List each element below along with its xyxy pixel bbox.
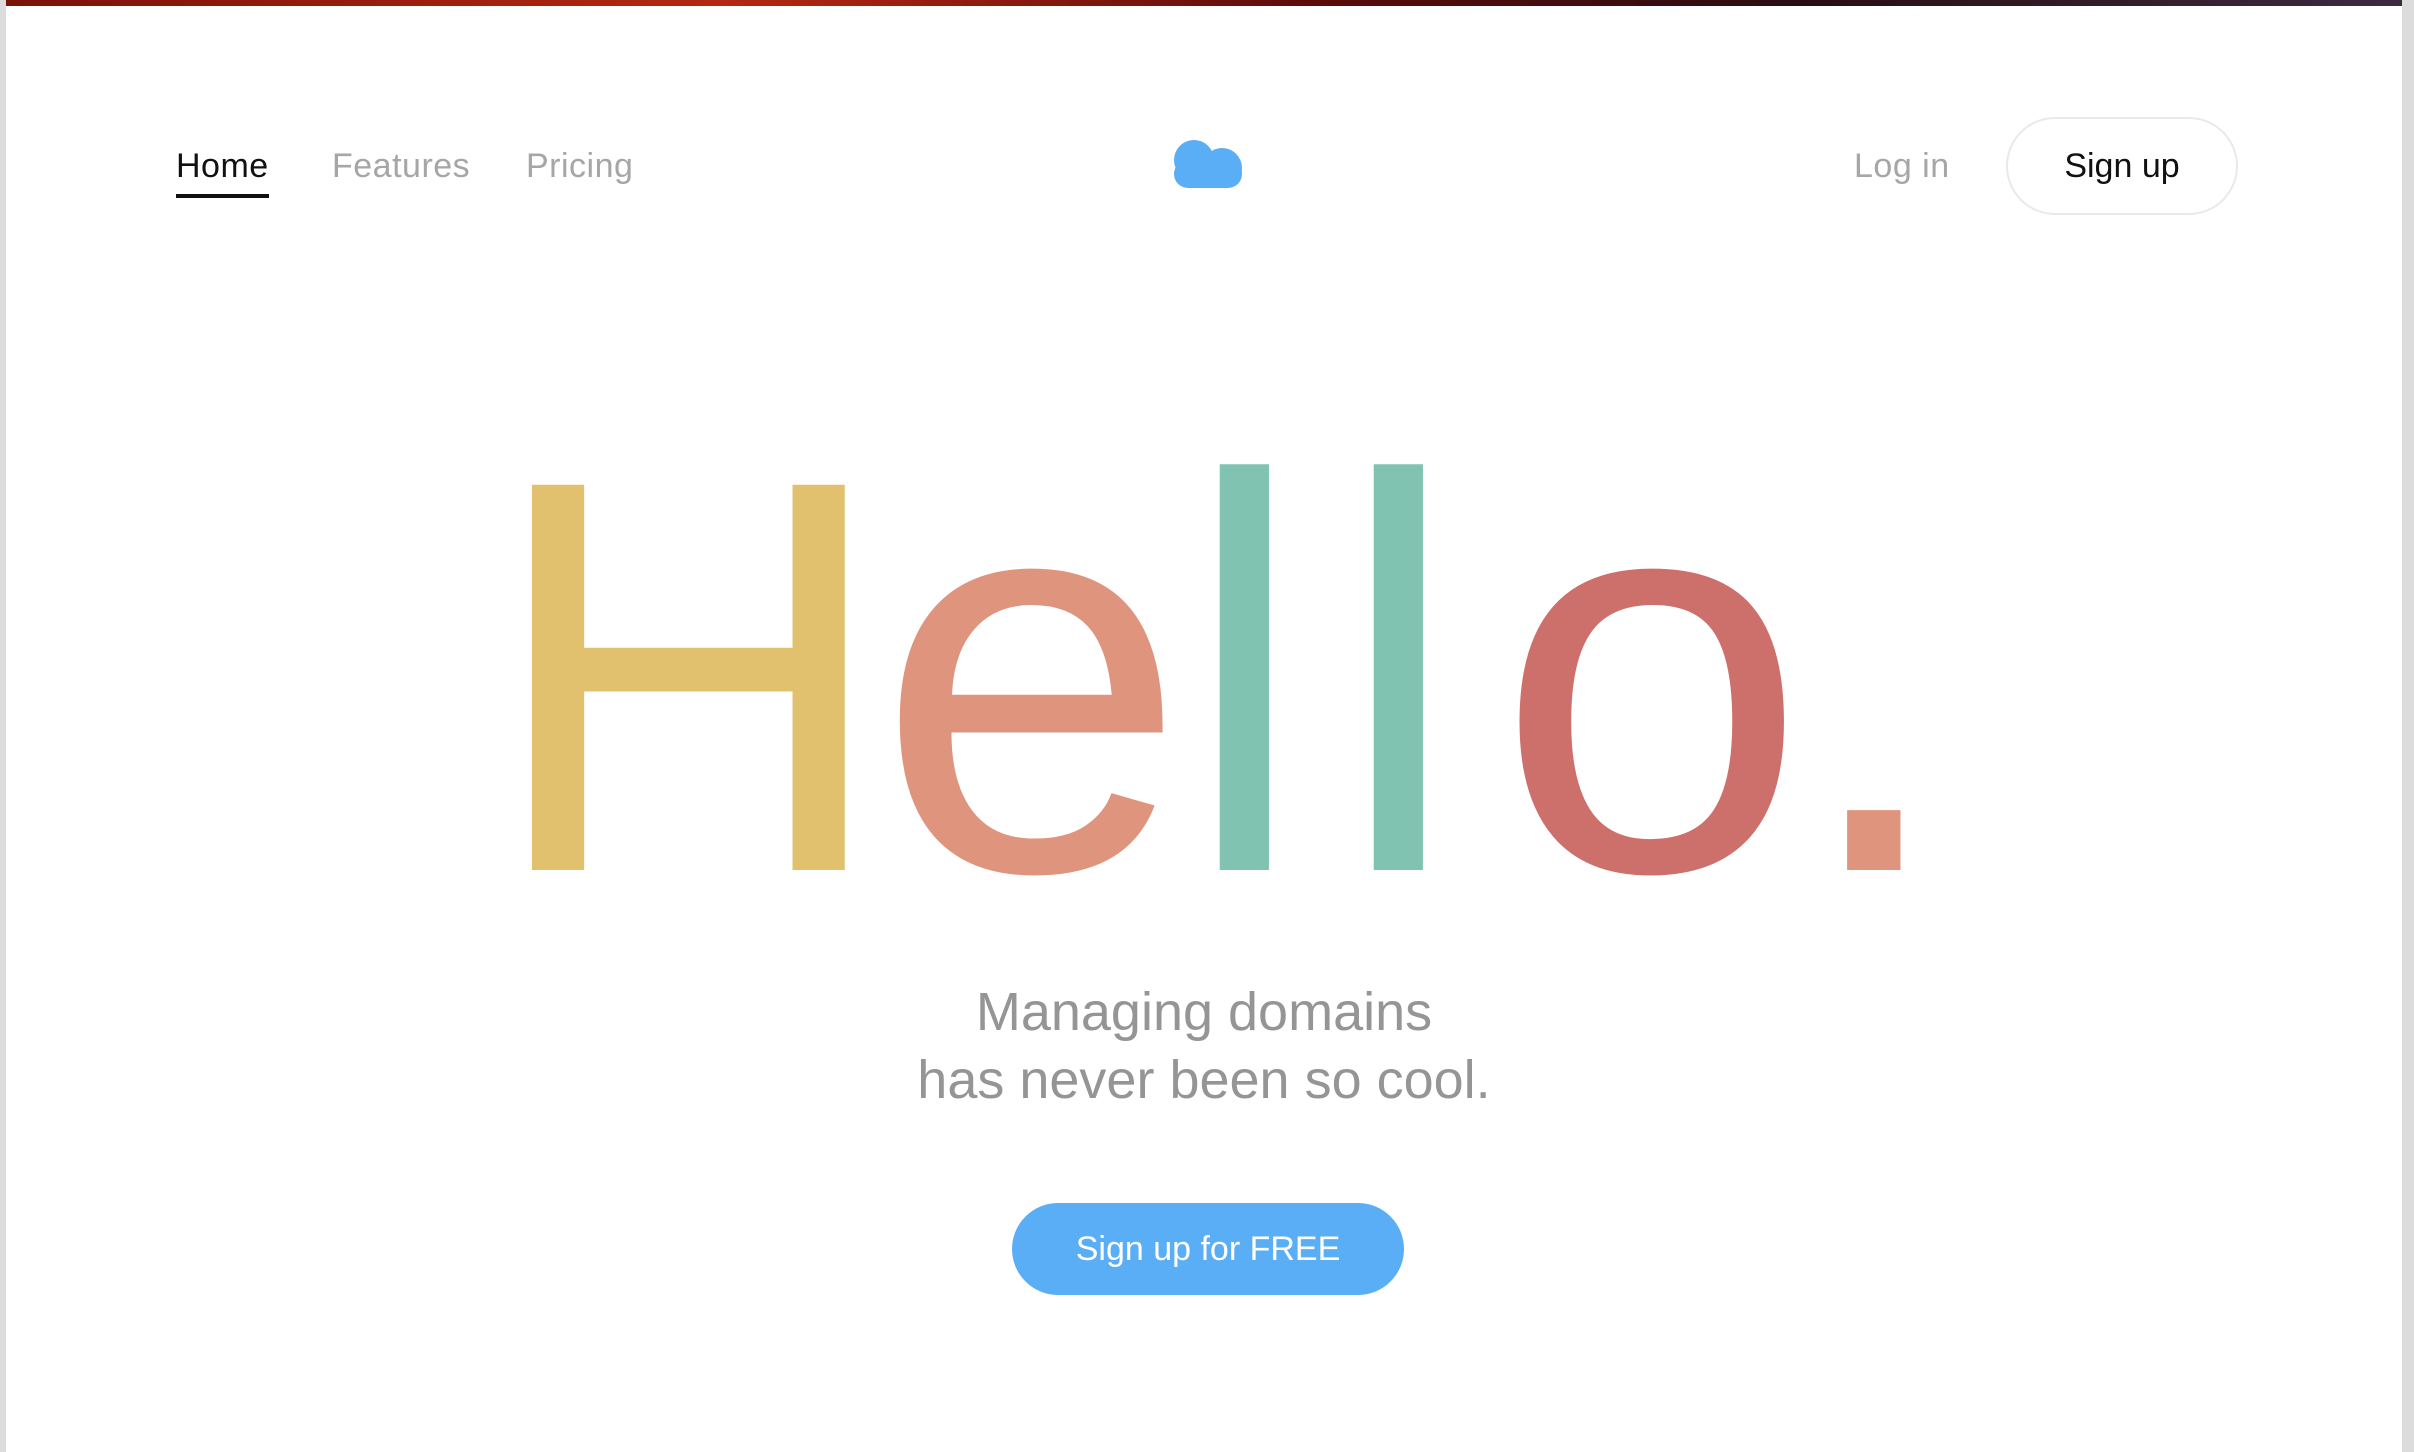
- tagline-line-2: has never been so cool.: [917, 1050, 1491, 1110]
- signup-free-button[interactable]: Sign up for FREE: [1012, 1203, 1404, 1295]
- hero-letter-h: H: [486, 440, 890, 900]
- nav-link-pricing[interactable]: Pricing: [526, 144, 633, 188]
- nav-link-home[interactable]: Home: [176, 144, 269, 198]
- hero-hello-wordmark: H e l l o .: [486, 440, 1952, 900]
- hero-letter-l: l: [1336, 440, 1460, 900]
- signup-button[interactable]: Sign up: [2006, 117, 2238, 215]
- browser-viewport: Home Features Pricing Log in Sign up H e…: [6, 0, 2402, 1452]
- nav-link-features[interactable]: Features: [332, 144, 470, 188]
- window-top-strip: [6, 0, 2402, 6]
- login-link[interactable]: Log in: [1854, 144, 1950, 188]
- cloud-icon[interactable]: [1172, 138, 1246, 194]
- hero-letter-l: l: [1182, 440, 1306, 900]
- hero-tagline: Managing domains has never been so cool.: [6, 978, 2402, 1114]
- hero-letter-o: o: [1496, 440, 1807, 900]
- tagline-line-1: Managing domains: [975, 982, 1433, 1042]
- hero-letter-e: e: [876, 440, 1187, 900]
- hero-letter-period: .: [1796, 440, 1952, 900]
